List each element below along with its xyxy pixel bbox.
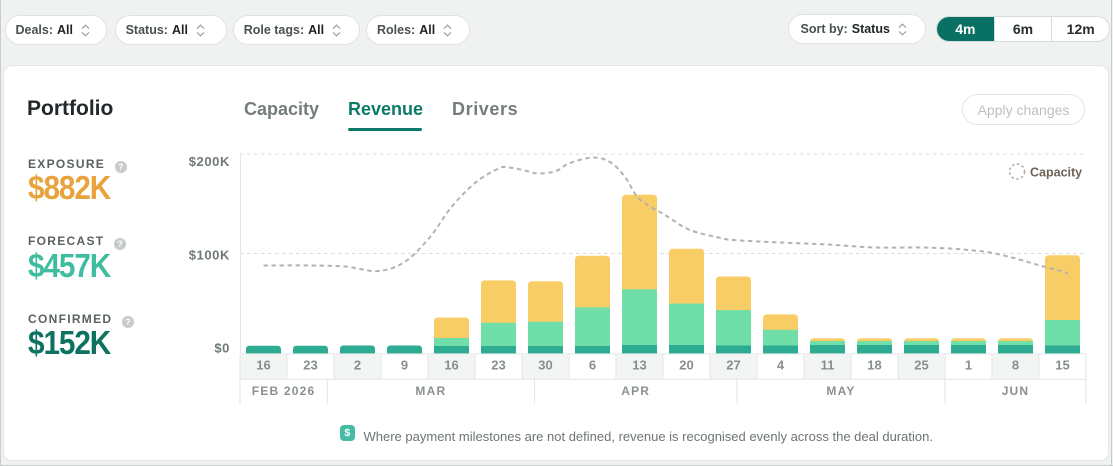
svg-text:2: 2 <box>354 358 361 373</box>
svg-text:16: 16 <box>256 358 270 373</box>
svg-text:MAY: MAY <box>826 384 855 398</box>
svg-text:FEB 2026: FEB 2026 <box>252 384 316 398</box>
svg-text:23: 23 <box>303 358 317 373</box>
svg-text:1: 1 <box>965 358 972 373</box>
svg-text:23: 23 <box>491 358 505 373</box>
svg-text:9: 9 <box>401 358 408 373</box>
svg-text:25: 25 <box>914 358 928 373</box>
svg-text:11: 11 <box>821 358 835 373</box>
svg-text:APR: APR <box>621 384 650 398</box>
svg-text:MAR: MAR <box>415 384 446 398</box>
svg-text:18: 18 <box>867 358 881 373</box>
svg-text:20: 20 <box>679 358 693 373</box>
svg-text:15: 15 <box>1055 358 1069 373</box>
svg-text:16: 16 <box>444 358 458 373</box>
svg-text:$200K: $200K <box>189 154 230 169</box>
svg-text:27: 27 <box>726 358 740 373</box>
svg-text:8: 8 <box>1012 358 1019 373</box>
svg-text:13: 13 <box>632 358 646 373</box>
svg-text:$0: $0 <box>214 341 230 356</box>
svg-text:4: 4 <box>777 358 785 373</box>
svg-text:JUN: JUN <box>1002 384 1030 398</box>
svg-text:Capacity: Capacity <box>1030 166 1082 180</box>
svg-text:30: 30 <box>538 358 552 373</box>
svg-text:$100K: $100K <box>189 248 230 263</box>
svg-text:6: 6 <box>589 358 596 373</box>
